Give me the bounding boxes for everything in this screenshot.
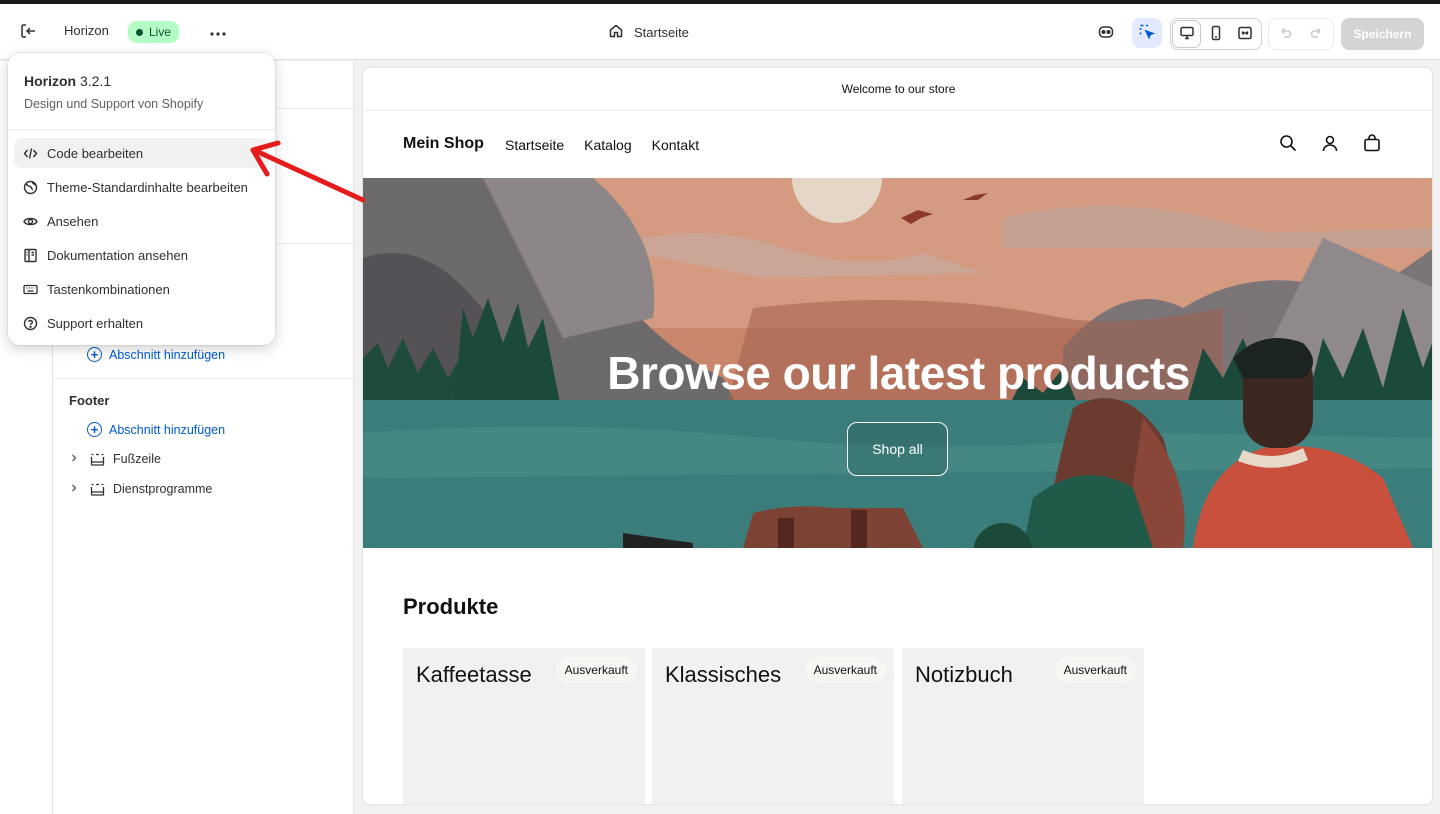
undo-icon (1278, 27, 1292, 43)
menu-theme-subtitle: Design und Support von Shopify (24, 97, 204, 111)
theme-actions-menu: Horizon 3.2.1 Design und Support von Sho… (8, 53, 275, 345)
product-card[interactable]: Klassisches Ausverkauft (652, 648, 894, 804)
page-selector-label: Startseite (634, 24, 689, 40)
account-icon[interactable] (1320, 133, 1340, 153)
mobile-view-button[interactable] (1202, 21, 1229, 47)
chevron-right-icon (69, 483, 81, 496)
store-header-icons (1278, 133, 1382, 153)
nav-link-catalog[interactable]: Katalog (584, 137, 631, 153)
nav-link-contact[interactable]: Kontakt (652, 137, 699, 153)
desktop-view-button[interactable] (1173, 21, 1201, 47)
sidebar-divider (53, 378, 354, 379)
fullwidth-icon (1237, 25, 1253, 44)
menu-item-label: Ansehen (47, 213, 99, 229)
menu-item-label: Tastenkombinationen (47, 281, 170, 297)
menu-item-documentation[interactable]: Dokumentation ansehen (14, 240, 269, 270)
menu-item-label: Theme-Standardinhalte bearbeiten (47, 179, 248, 195)
menu-item-edit-code[interactable]: Code bearbeiten (14, 138, 269, 168)
sidebar-item-label: Dienstprogramme (113, 482, 213, 496)
plus-circle-icon: + (87, 422, 102, 437)
menu-divider (8, 129, 275, 130)
undo-button[interactable] (1278, 26, 1292, 43)
cart-bag-icon[interactable] (1362, 133, 1382, 153)
save-button[interactable]: Speichern (1341, 18, 1424, 50)
footer-add-section-button[interactable]: + Abschnitt hinzufügen (87, 422, 225, 437)
sidebar-item-utilities[interactable]: Dienstprogramme (69, 482, 212, 496)
undo-redo-group (1268, 18, 1334, 50)
menu-theme-title: Horizon 3.2.1 (24, 73, 111, 89)
store-nav: Startseite Katalog Kontakt (505, 137, 699, 153)
products-heading: Produkte (403, 594, 499, 619)
sidebar-item-label: Fußzeile (113, 452, 161, 466)
sold-out-badge: Ausverkauft (555, 657, 637, 683)
add-section-button[interactable]: + Abschnitt hinzufügen (87, 347, 225, 362)
more-actions-button[interactable] (204, 18, 232, 46)
chevron-right-icon (69, 453, 81, 466)
menu-item-label: Code bearbeiten (47, 145, 144, 161)
hero-banner: Browse our latest products Shop all (363, 178, 1432, 548)
page-selector[interactable]: Startseite (608, 18, 689, 46)
ai-sidekick-button[interactable] (1092, 19, 1120, 47)
menu-theme-name: Horizon (24, 73, 77, 89)
menu-item-label: Dokumentation ansehen (47, 247, 188, 263)
exit-icon (19, 22, 37, 43)
home-icon (608, 23, 624, 42)
store-header: Mein Shop Startseite Katalog Kontakt (363, 111, 1432, 178)
menu-item-edit-default-content[interactable]: Theme-Standardinhalte bearbeiten (14, 172, 269, 202)
editor-topbar: Horizon Live Startseite Speichern (0, 4, 1440, 60)
shop-all-button[interactable]: Shop all (847, 422, 948, 476)
section-layout-icon (89, 452, 105, 466)
menu-item-get-support[interactable]: Support erhalten (14, 308, 269, 338)
desktop-icon (1179, 25, 1195, 44)
inspector-toggle-button[interactable] (1132, 18, 1162, 48)
footer-group-heading: Footer (69, 393, 110, 408)
cursor-select-icon (1138, 23, 1156, 44)
product-name: Kaffeetasse (416, 662, 532, 687)
eye-icon (23, 214, 38, 229)
product-card[interactable]: Notizbuch Ausverkauft (902, 648, 1144, 804)
sidekick-icon (1097, 23, 1115, 44)
live-status-label: Live (149, 25, 172, 39)
book-icon (23, 248, 38, 263)
annotation-arrow (250, 140, 366, 203)
sold-out-badge: Ausverkauft (1054, 657, 1136, 683)
menu-theme-version: 3.2.1 (80, 73, 112, 89)
nav-link-home[interactable]: Startseite (505, 137, 564, 153)
product-card[interactable]: Kaffeetasse Ausverkauft (403, 648, 645, 804)
sidebar-item-footer[interactable]: Fußzeile (69, 452, 161, 466)
store-logo[interactable]: Mein Shop (403, 135, 484, 153)
sold-out-badge: Ausverkauft (804, 657, 886, 683)
status-dot-icon (136, 28, 143, 36)
hero-title: Browse our latest products (607, 347, 1190, 399)
fullscreen-view-button[interactable] (1232, 21, 1259, 47)
redo-icon (1310, 27, 1324, 43)
live-status-badge: Live (128, 21, 180, 43)
footer-add-section-label: Abschnitt hinzufügen (109, 422, 226, 437)
exit-button[interactable] (14, 18, 42, 46)
announcement-bar: Welcome to our store (363, 68, 1432, 111)
product-name: Notizbuch (915, 662, 1013, 687)
redo-button[interactable] (1310, 26, 1324, 43)
product-name: Klassisches (665, 662, 782, 687)
section-layout-icon (89, 482, 105, 496)
store-preview-frame: Welcome to our store Mein Shop Startseit… (362, 67, 1433, 805)
mobile-icon (1208, 25, 1224, 44)
ellipsis-icon (209, 25, 227, 40)
code-icon (23, 146, 38, 161)
device-preview-switcher (1170, 18, 1262, 50)
menu-item-keyboard-shortcuts[interactable]: Tastenkombinationen (14, 274, 269, 304)
menu-item-view[interactable]: Ansehen (14, 206, 269, 236)
globe-icon (23, 180, 38, 195)
menu-item-label: Support erhalten (47, 315, 144, 331)
add-section-label: Abschnitt hinzufügen (109, 347, 226, 362)
question-icon (23, 316, 38, 331)
theme-name[interactable]: Horizon (64, 23, 109, 38)
keyboard-icon (23, 282, 38, 297)
search-icon[interactable] (1278, 133, 1298, 153)
plus-circle-icon: + (87, 347, 102, 362)
